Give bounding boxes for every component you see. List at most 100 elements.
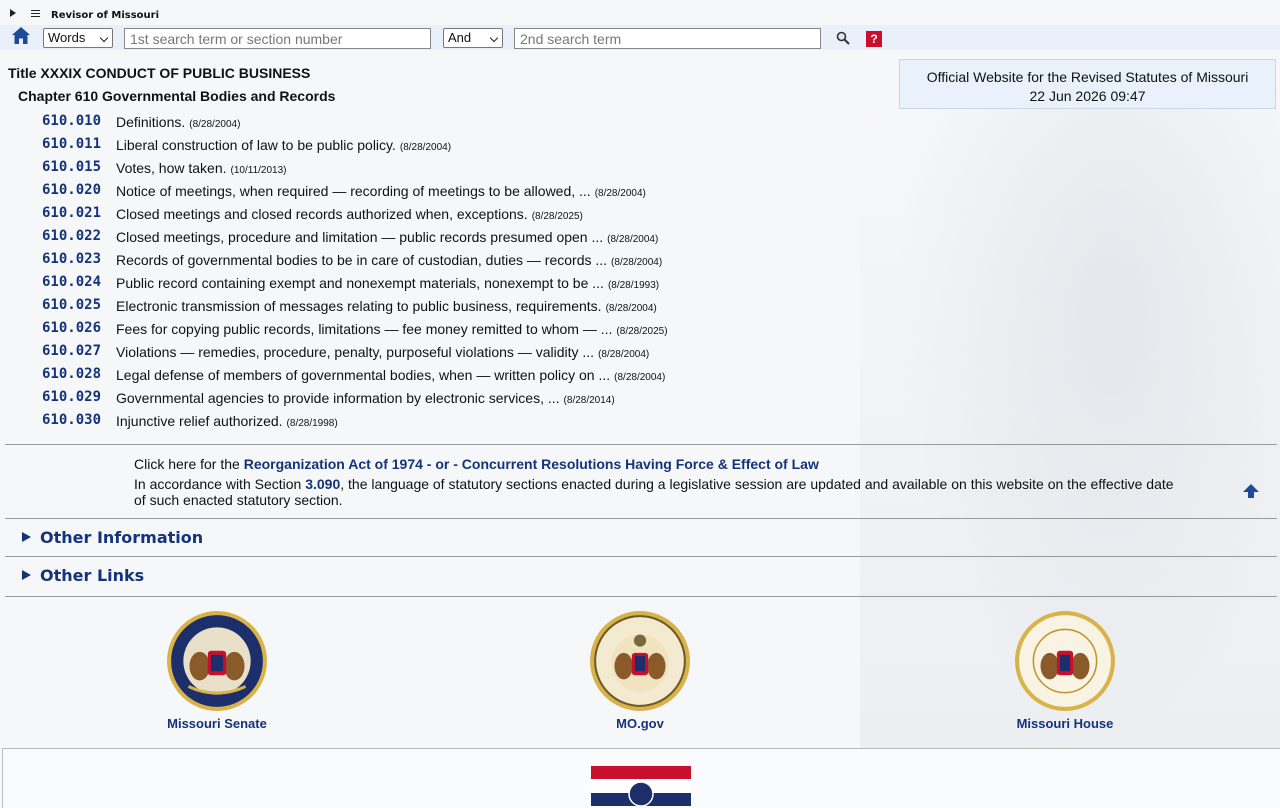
section-number-link[interactable]: 610.027 bbox=[42, 343, 101, 359]
help-icon[interactable]: ? bbox=[866, 31, 882, 47]
current-datetime: 22 Jun 2026 09:47 bbox=[1029, 88, 1146, 104]
search-term-2-input[interactable] bbox=[514, 28, 821, 49]
or-separator: - or - bbox=[426, 456, 458, 472]
section-title-text: Legal defense of members of governmental… bbox=[116, 367, 611, 383]
section-number-link[interactable]: 610.030 bbox=[42, 412, 101, 428]
divider bbox=[5, 444, 1277, 445]
section-title: Electronic transmission of messages rela… bbox=[116, 298, 657, 314]
search-icon[interactable] bbox=[836, 31, 850, 45]
expand-triangle-icon bbox=[22, 570, 31, 580]
title-heading: Title XXXIX CONDUCT OF PUBLIC BUSINESS bbox=[8, 65, 311, 81]
divider bbox=[5, 518, 1277, 519]
section-row: 610.015 Votes, how taken. (10/11/2013) bbox=[0, 158, 880, 178]
section-title-text: Electronic transmission of messages rela… bbox=[116, 298, 602, 314]
section-number-link[interactable]: 610.024 bbox=[42, 274, 101, 290]
section-date: (8/28/2025) bbox=[616, 326, 668, 337]
section-title: Violations — remedies, procedure, penalt… bbox=[116, 344, 649, 360]
section-row: 610.022 Closed meetings, procedure and li… bbox=[0, 227, 880, 247]
home-icon[interactable] bbox=[11, 26, 31, 46]
section-number-link[interactable]: 610.029 bbox=[42, 389, 101, 405]
section-row: 610.025 Electronic transmission of messag… bbox=[0, 296, 880, 316]
section-row: 610.026 Fees for copying public records, … bbox=[0, 319, 880, 339]
section-number-link[interactable]: 610.022 bbox=[42, 228, 101, 244]
section-title: Votes, how taken. (10/11/2013) bbox=[116, 160, 287, 176]
section-row: 610.020 Notice of meetings, when required… bbox=[0, 181, 880, 201]
section-number-link[interactable]: 610.020 bbox=[42, 182, 101, 198]
scroll-top-arrow-icon[interactable] bbox=[1243, 484, 1259, 498]
section-row: 610.028 Legal defense of members of gover… bbox=[0, 365, 880, 385]
section-date: (8/28/2004) bbox=[611, 257, 663, 268]
other-links-toggle[interactable]: Other Links bbox=[22, 566, 144, 585]
section-number-link[interactable]: 610.026 bbox=[42, 320, 101, 336]
section-date: (8/28/1998) bbox=[286, 418, 338, 429]
section-row: 610.023 Records of governmental bodies to… bbox=[0, 250, 880, 270]
search-term-1-input[interactable] bbox=[124, 28, 431, 49]
top-bar: Revisor of Missouri bbox=[0, 0, 1280, 24]
section-number-link[interactable]: 610.023 bbox=[42, 251, 101, 267]
section-row: 610.030 Injunctive relief authorized. (8/2… bbox=[0, 411, 880, 431]
section-3090-link[interactable]: 3.090 bbox=[305, 476, 340, 492]
section-title-text: Records of governmental bodies to be in … bbox=[116, 252, 608, 268]
section-number-link[interactable]: 610.028 bbox=[42, 366, 101, 382]
section-date: (8/28/2014) bbox=[563, 395, 615, 406]
section-date: (10/11/2013) bbox=[230, 165, 287, 176]
senate-seal-icon[interactable] bbox=[166, 610, 268, 712]
expand-arrow-icon[interactable] bbox=[10, 9, 16, 17]
section-title: Injunctive relief authorized. (8/28/1998) bbox=[116, 413, 338, 429]
mo-gov-seal-icon[interactable] bbox=[589, 610, 691, 712]
search-mode-value: Words bbox=[48, 30, 86, 45]
search-operator-value: And bbox=[448, 30, 472, 45]
section-title-text: Votes, how taken. bbox=[116, 160, 227, 176]
missouri-senate-link[interactable]: Missouri Senate bbox=[117, 716, 317, 731]
section-title-text: Fees for copying public records, limitat… bbox=[116, 321, 613, 337]
divider bbox=[5, 556, 1277, 557]
expand-triangle-icon bbox=[22, 532, 31, 542]
section-title: Closed meetings, procedure and limitatio… bbox=[116, 229, 658, 245]
chapter-heading: Chapter 610 Governmental Bodies and Reco… bbox=[18, 88, 336, 104]
section-row: 610.011 Liberal construction of law to be… bbox=[0, 135, 880, 155]
section-date: (8/28/2004) bbox=[614, 372, 666, 383]
official-website-box: Official Website for the Revised Statute… bbox=[899, 59, 1276, 109]
section-title-text: Closed meetings and closed records autho… bbox=[116, 206, 528, 222]
reorganization-act-link[interactable]: Reorganization Act of 1974 bbox=[244, 456, 423, 472]
section-title-text: Injunctive relief authorized. bbox=[116, 413, 283, 429]
section-title-text: Governmental agencies to provide informa… bbox=[116, 390, 560, 406]
missouri-house-link[interactable]: Missouri House bbox=[965, 716, 1165, 731]
section-title: Notice of meetings, when required — reco… bbox=[116, 183, 646, 199]
section-row: 610.010 Definitions. (8/28/2004) bbox=[0, 112, 880, 132]
section-title: Public record containing exempt and none… bbox=[116, 275, 659, 291]
section-title-text: Violations — remedies, procedure, penalt… bbox=[116, 344, 595, 360]
section-title: Records of governmental bodies to be in … bbox=[116, 252, 662, 268]
notice-block: Click here for the Reorganization Act of… bbox=[134, 456, 1174, 508]
section-date: (8/28/2004) bbox=[605, 303, 657, 314]
search-bar: Words And ? bbox=[0, 25, 1280, 50]
house-seal-icon[interactable] bbox=[1014, 610, 1116, 712]
section-title: Governmental agencies to provide informa… bbox=[116, 390, 615, 406]
section-number-link[interactable]: 610.015 bbox=[42, 159, 101, 175]
concurrent-resolutions-link[interactable]: Concurrent Resolutions Having Force & Ef… bbox=[462, 456, 819, 472]
section-title-text: Closed meetings, procedure and limitatio… bbox=[116, 229, 604, 245]
brand-title[interactable]: Revisor of Missouri bbox=[51, 10, 159, 21]
notice-prefix: Click here for the bbox=[134, 456, 240, 472]
other-links-label: Other Links bbox=[40, 566, 145, 585]
section-number-link[interactable]: 610.021 bbox=[42, 205, 101, 221]
search-operator-select[interactable]: And bbox=[443, 28, 503, 48]
official-website-text: Official Website for the Revised Statute… bbox=[926, 69, 1249, 85]
section-number-link[interactable]: 610.011 bbox=[42, 136, 101, 152]
notice-text-before: In accordance with Section bbox=[134, 476, 302, 492]
missouri-flag-icon[interactable] bbox=[591, 766, 691, 806]
section-number-link[interactable]: 610.010 bbox=[42, 113, 101, 129]
section-date: (8/28/1993) bbox=[607, 280, 660, 291]
section-date: (8/28/2004) bbox=[189, 119, 241, 130]
other-information-toggle[interactable]: Other Information bbox=[22, 528, 203, 547]
section-title-text: Public record containing exempt and none… bbox=[116, 275, 604, 291]
section-row: 610.024 Public record containing exempt a… bbox=[0, 273, 880, 293]
section-date: (8/28/2025) bbox=[531, 211, 583, 222]
menu-icon[interactable] bbox=[31, 10, 40, 17]
section-date: (8/28/2004) bbox=[607, 234, 659, 245]
section-title-text: Definitions. bbox=[116, 114, 186, 130]
section-number-link[interactable]: 610.025 bbox=[42, 297, 101, 313]
mo-gov-link[interactable]: MO.gov bbox=[540, 716, 740, 731]
other-information-label: Other Information bbox=[40, 528, 204, 547]
search-mode-select[interactable]: Words bbox=[43, 28, 113, 48]
